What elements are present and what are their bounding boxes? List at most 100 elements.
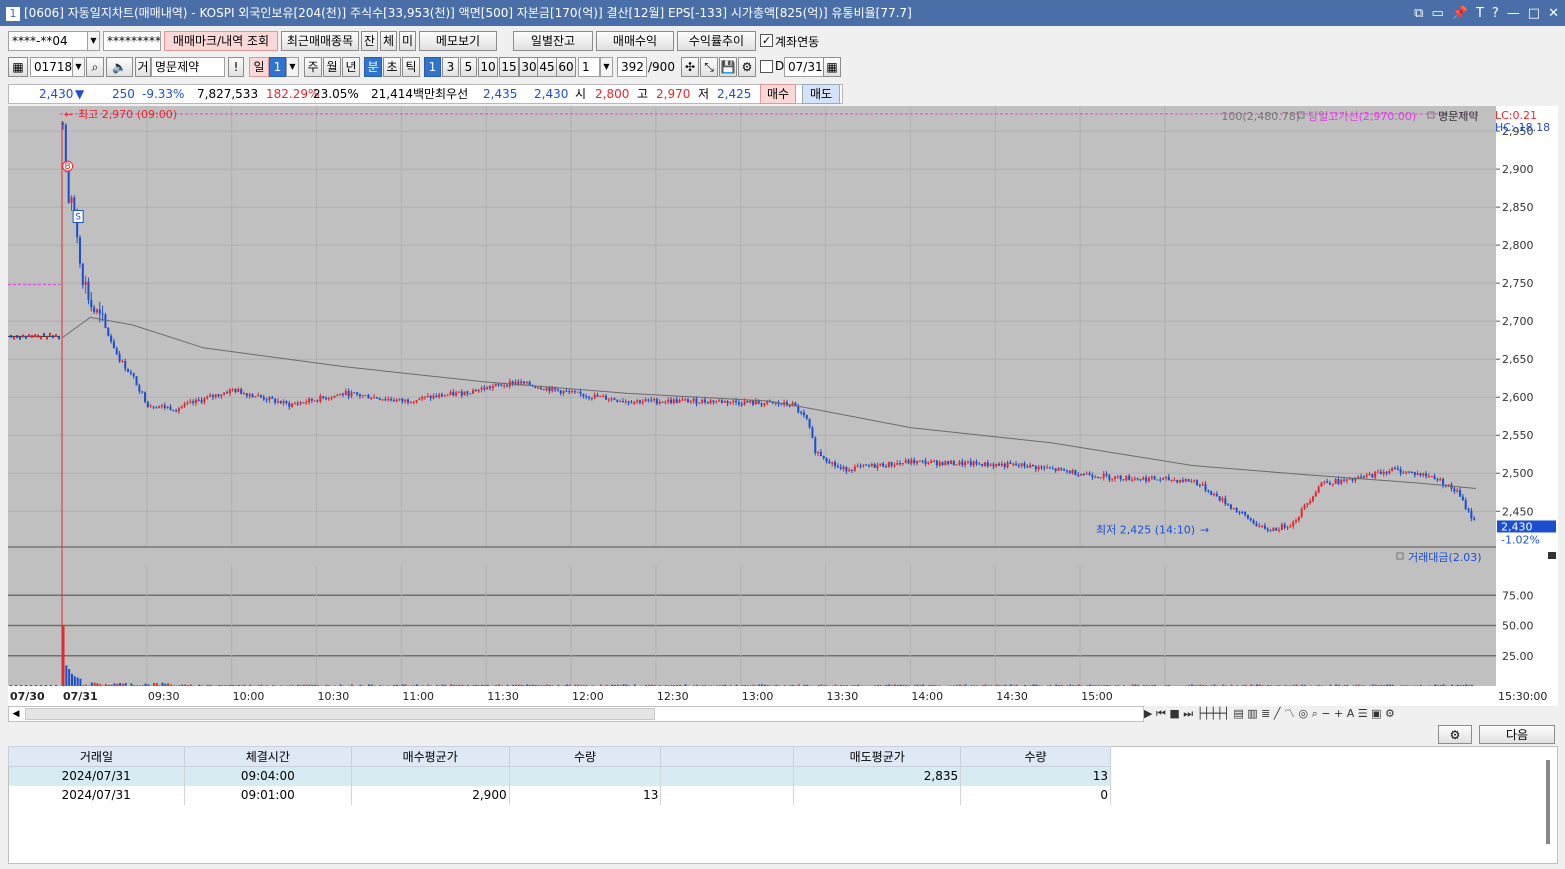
- speaker-icon[interactable]: 🔈: [106, 57, 133, 77]
- minimize-icon[interactable]: —: [1507, 6, 1520, 21]
- trade-mark-query-button[interactable]: 매매마크/내역 조회: [164, 31, 278, 51]
- period-month-button[interactable]: 월: [323, 57, 341, 77]
- candle: [1015, 463, 1018, 466]
- candle: [539, 387, 542, 390]
- candle: [1139, 479, 1142, 481]
- maximize-icon[interactable]: □: [1528, 6, 1540, 21]
- tab-executed[interactable]: 체: [380, 31, 397, 51]
- volume-bar: [899, 684, 902, 686]
- interval-10-button[interactable]: 10: [478, 57, 498, 77]
- font-size-icon[interactable]: T: [1476, 6, 1484, 21]
- trade-profit-button[interactable]: 매매수익: [596, 31, 674, 51]
- date-input[interactable]: 07/31: [784, 57, 824, 77]
- period-day-dropdown-icon[interactable]: ▼: [286, 57, 299, 77]
- ruler-icon[interactable]: ├┼┼┼┤: [1197, 707, 1230, 720]
- period-day-button[interactable]: 일: [249, 57, 269, 77]
- period-year-button[interactable]: 년: [342, 57, 360, 77]
- draw-tool-icon[interactable]: ⤡: [700, 57, 718, 77]
- candle: [822, 456, 825, 459]
- account-dropdown-icon[interactable]: ▼: [87, 31, 100, 51]
- settings-small-icon[interactable]: ⚙: [1385, 707, 1395, 720]
- col-trade-date[interactable]: 거래일: [8, 746, 185, 767]
- table-row[interactable]: 2024/07/31 09:04:00 2,835 13: [8, 766, 1111, 786]
- volume-bar: [393, 684, 396, 686]
- tab-unexecuted[interactable]: 미: [399, 31, 416, 51]
- link-icon[interactable]: ⧉: [1414, 6, 1423, 21]
- calendar-icon[interactable]: ▦: [823, 57, 841, 77]
- rewind-icon[interactable]: ⏮: [1156, 707, 1166, 720]
- fibonacci-icon[interactable]: ≣: [1261, 707, 1270, 720]
- low-label: 저: [698, 87, 710, 101]
- indicator-icon[interactable]: ▤: [1233, 707, 1243, 720]
- gear-icon[interactable]: ⚙: [1438, 725, 1472, 744]
- next-button[interactable]: 다음: [1479, 725, 1555, 744]
- password-input[interactable]: *********: [103, 31, 161, 51]
- table-row[interactable]: 2024/07/31 09:01:00 2,900 13 0: [8, 785, 1111, 805]
- zoom-in-icon[interactable]: +: [1334, 707, 1343, 720]
- zigzag-icon[interactable]: 〽: [1284, 707, 1295, 720]
- date-d-checkbox[interactable]: [760, 60, 773, 73]
- col-buy-qty[interactable]: 수량: [508, 746, 662, 767]
- close-icon[interactable]: ✕: [1548, 6, 1559, 21]
- interval-3-button[interactable]: 3: [442, 57, 459, 77]
- memo-button[interactable]: 메모보기: [419, 31, 497, 51]
- layout-icon[interactable]: ▦: [8, 57, 28, 77]
- compare-icon[interactable]: ▥: [1247, 707, 1257, 720]
- interval-15-button[interactable]: 15: [499, 57, 519, 77]
- candle: [242, 393, 246, 395]
- col-sell-avg[interactable]: 매도평균가: [793, 746, 962, 767]
- crosshair-icon[interactable]: ✣: [681, 57, 699, 77]
- volume-bar: [540, 685, 543, 686]
- period-day-num[interactable]: 1: [269, 57, 286, 77]
- pin-icon[interactable]: 📌: [1452, 6, 1468, 21]
- period-second-button[interactable]: 초: [383, 57, 401, 77]
- count-input[interactable]: 392: [617, 57, 647, 77]
- interval-dropdown-icon[interactable]: ▼: [600, 57, 613, 77]
- interval-30-button[interactable]: 30: [519, 57, 539, 77]
- buy-button[interactable]: 매수: [760, 84, 796, 104]
- col-buy-avg[interactable]: 매수평균가: [350, 746, 510, 767]
- stock-code-input[interactable]: 017180: [30, 57, 74, 77]
- price-chart[interactable]: 2,9502,9002,8502,8002,7502,7002,6502,600…: [8, 106, 1558, 706]
- scroll-right-icon[interactable]: ▶: [1144, 707, 1152, 720]
- account-input[interactable]: ****-**04: [8, 31, 88, 51]
- interval-45-button[interactable]: 45: [537, 57, 557, 77]
- interval-select[interactable]: 1: [578, 57, 600, 77]
- recent-items-button[interactable]: 최근매매종목: [281, 31, 359, 51]
- volume-pane-close-icon[interactable]: [1548, 552, 1556, 559]
- col-exec-time[interactable]: 체결시간: [183, 746, 352, 767]
- text-tool-icon[interactable]: A: [1347, 707, 1355, 720]
- return-trend-button[interactable]: 수익률추이: [677, 31, 756, 51]
- interval-1-button[interactable]: 1: [424, 57, 441, 77]
- list-icon[interactable]: ☰: [1358, 707, 1368, 720]
- tab-balance[interactable]: 잔: [361, 31, 378, 51]
- period-tick-button[interactable]: 틱: [402, 57, 420, 77]
- chart-scrollbar[interactable]: ◀: [8, 706, 1144, 722]
- gear-icon[interactable]: ⚙: [738, 57, 756, 77]
- daily-balance-button[interactable]: 일별잔고: [513, 31, 593, 51]
- scroll-thumb[interactable]: [25, 708, 655, 720]
- col-sell-qty[interactable]: 수량: [960, 746, 1111, 767]
- magnet-icon[interactable]: ◎: [1298, 707, 1308, 720]
- restore-layout-icon[interactable]: ▭: [1431, 6, 1443, 21]
- warning-icon[interactable]: !: [228, 57, 244, 77]
- grid-scrollbar[interactable]: [1546, 760, 1550, 844]
- interval-5-button[interactable]: 5: [460, 57, 477, 77]
- interval-60-button[interactable]: 60: [556, 57, 576, 77]
- search-icon[interactable]: ⌕: [86, 57, 104, 77]
- sell-button[interactable]: 매도: [802, 84, 840, 104]
- account-link-checkbox[interactable]: ✓: [760, 34, 773, 47]
- window-icon[interactable]: ▣: [1371, 707, 1381, 720]
- zoom-out-icon[interactable]: −: [1321, 707, 1330, 720]
- help-icon[interactable]: ?: [1492, 6, 1499, 21]
- stop-icon[interactable]: ■: [1169, 707, 1179, 720]
- period-week-button[interactable]: 주: [304, 57, 322, 77]
- scroll-left-icon[interactable]: ◀: [9, 707, 23, 721]
- period-minute-button[interactable]: 분: [364, 57, 382, 77]
- stock-code-dropdown-icon[interactable]: ▼: [72, 57, 85, 77]
- trendline-icon[interactable]: ╱: [1274, 707, 1281, 720]
- fast-forward-icon[interactable]: ⏭: [1183, 707, 1193, 720]
- candle: [1340, 479, 1343, 484]
- save-icon[interactable]: 💾: [719, 57, 737, 77]
- zoom-icon[interactable]: ⌕: [1312, 707, 1318, 720]
